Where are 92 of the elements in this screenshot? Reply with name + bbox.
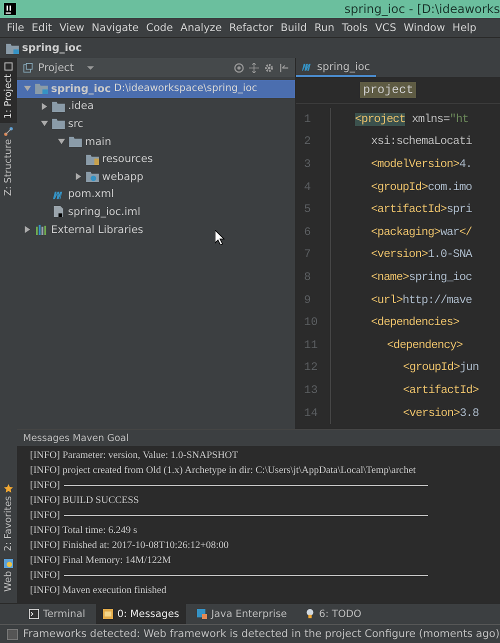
- project-view-icon: [23, 62, 33, 72]
- menu-item[interactable]: Refactor: [225, 22, 277, 34]
- folder-icon: [52, 100, 65, 112]
- messages-icon: [103, 609, 114, 619]
- window-icon: [4, 62, 13, 71]
- tree-item[interactable]: pom.xml: [17, 186, 295, 204]
- log-line: [INFO] Maven execution finished: [30, 585, 166, 596]
- window-title: spring_ioc - [D:\ideaworks: [344, 2, 500, 16]
- tool-window-tab[interactable]: Web: [0, 554, 17, 596]
- panel-title: Messages Maven Goal: [23, 432, 129, 444]
- terminal-icon: [29, 609, 39, 619]
- view-selector[interactable]: Project: [38, 62, 74, 74]
- code-line: <groupId>com.imo: [371, 180, 472, 194]
- tool-window-tab[interactable]: Java Enterprise: [190, 604, 294, 624]
- tree-item[interactable]: resources: [17, 150, 295, 168]
- folder-icon: [52, 118, 65, 130]
- log-line: [INFO]: [30, 510, 60, 521]
- tool-window-tab[interactable]: 1: Project: [0, 58, 17, 123]
- code-line: <artifactId>: [403, 384, 479, 397]
- menu-item[interactable]: Code: [142, 22, 177, 34]
- log-line: [INFO] project created from Old (1.x) Archetype in dir: C:\Users\jt\AppData\Local\Temp\archet: [30, 465, 416, 476]
- breadcrumb-item[interactable]: project: [360, 82, 416, 98]
- module-folder-icon: [35, 83, 48, 94]
- hide-icon[interactable]: [279, 62, 289, 72]
- structure-icon: [4, 126, 13, 136]
- collapse-icon[interactable]: [249, 62, 259, 72]
- code-line: <version>3.8: [403, 406, 479, 420]
- menu-item[interactable]: Tools: [338, 22, 372, 34]
- code-line: xsi:schemaLocati: [371, 135, 472, 148]
- expand-arrow-icon[interactable]: [41, 102, 48, 110]
- status-message: Frameworks detected: Web framework is detected in the project Configure (moments ago): [23, 628, 500, 640]
- code-line: <modelVersion>4.: [371, 158, 472, 171]
- menu-item[interactable]: Edit: [28, 22, 56, 34]
- tool-window-tab[interactable]: Terminal: [22, 604, 92, 624]
- tool-window-tab[interactable]: 2: Favorites: [0, 480, 17, 555]
- code-line: <groupId>jun: [403, 361, 479, 374]
- expand-arrow-icon[interactable]: [75, 173, 82, 180]
- module-folder-icon: [6, 42, 19, 54]
- menu-item[interactable]: File: [3, 22, 28, 34]
- tree-item[interactable]: spring_ioc D:\ideaworkspace\spring_ioc: [17, 80, 295, 98]
- code-line: <project xmlns="ht: [355, 112, 468, 126]
- tool-window-tab[interactable]: 0: Messages: [96, 604, 186, 624]
- menu-item[interactable]: Help: [448, 22, 480, 34]
- app-logo-icon: [4, 3, 16, 15]
- log-line: [INFO]: [30, 570, 60, 581]
- library-icon: [35, 224, 48, 236]
- log-line: [INFO] BUILD SUCCESS: [30, 495, 139, 506]
- log-line: [INFO] Parameter: version, Value: 1.0-SNAPSHOT: [30, 450, 238, 461]
- code-line: <url>http://mave: [371, 294, 472, 307]
- star-icon: [4, 484, 13, 493]
- resource-folder-icon: [86, 154, 99, 165]
- log-line: [INFO] Total time: 6.249 s: [30, 525, 138, 536]
- tool-window-tab[interactable]: Z: Structure: [0, 122, 17, 200]
- code-line: <packaging>war</: [371, 226, 472, 239]
- breadcrumb-item[interactable]: spring_ioc: [22, 42, 82, 54]
- folder-icon: [69, 136, 82, 148]
- code-line: <name>spring_ioc: [371, 270, 472, 284]
- code-line: <dependency>: [387, 338, 463, 352]
- code-line: <artifactId>spri: [371, 203, 472, 216]
- expand-arrow-icon[interactable]: [41, 120, 48, 128]
- mouse-cursor-icon: [215, 230, 225, 245]
- tree-item[interactable]: .idea: [17, 98, 295, 116]
- settings-icon[interactable]: [264, 62, 274, 72]
- menu-item[interactable]: VCS: [371, 22, 400, 34]
- log-line: [INFO]: [30, 480, 60, 491]
- expand-arrow-icon[interactable]: [58, 138, 65, 146]
- expand-arrow-icon[interactable]: [24, 85, 31, 92]
- menu-item[interactable]: Navigate: [88, 22, 142, 34]
- expand-arrow-icon[interactable]: [24, 226, 31, 234]
- caret-icon[interactable]: [86, 64, 94, 70]
- code-line: <dependencies>: [371, 316, 460, 330]
- tree-item[interactable]: webapp: [17, 168, 295, 186]
- squares-icon: [197, 609, 208, 619]
- tree-item[interactable]: External Libraries: [17, 220, 295, 238]
- lightbulb-icon: [304, 609, 315, 619]
- menu-item[interactable]: Build: [276, 22, 311, 34]
- web-icon: [4, 558, 13, 568]
- tree-item[interactable]: main: [17, 132, 295, 150]
- menu-item[interactable]: View: [56, 22, 88, 34]
- code-line: <version>1.0-SNA: [371, 248, 472, 262]
- file-icon: [52, 206, 65, 218]
- tool-window-tab[interactable]: 6: TODO: [298, 604, 368, 624]
- log-line: [INFO] Finished at: 2017-10-08T10:26:12+08:00: [30, 540, 229, 551]
- menu-item[interactable]: Run: [310, 22, 338, 34]
- web-folder-icon: [86, 171, 99, 182]
- menu-item[interactable]: Window: [400, 22, 449, 34]
- tree-item[interactable]: src: [17, 115, 295, 133]
- tree-item[interactable]: spring_ioc.iml: [17, 203, 295, 221]
- target-icon[interactable]: [234, 62, 244, 72]
- log-line: [INFO] Final Memory: 14M/122M: [30, 555, 171, 566]
- menu-item[interactable]: Analyze: [176, 22, 226, 34]
- status-icon[interactable]: [7, 628, 18, 640]
